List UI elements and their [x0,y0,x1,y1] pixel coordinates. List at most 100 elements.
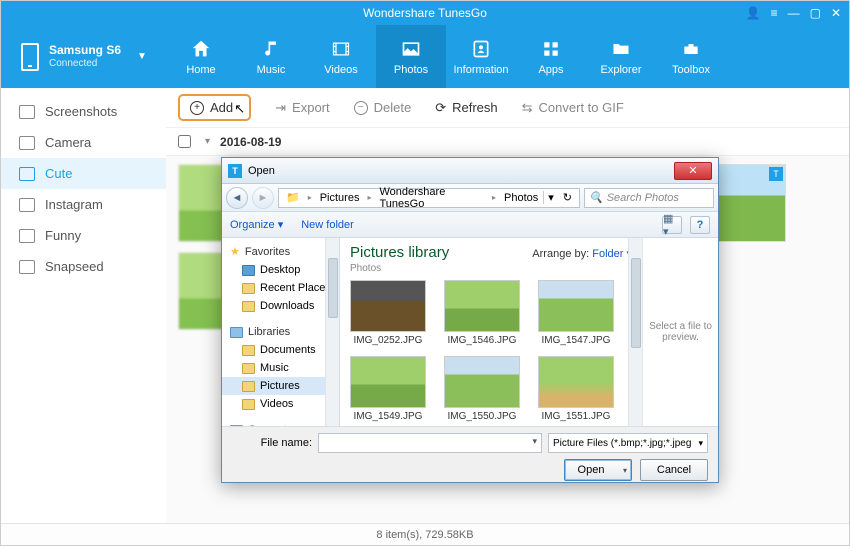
app-icon: T [228,164,242,178]
add-button[interactable]: + Add ↖ [178,94,251,121]
phone-icon [21,43,39,71]
tab-label: Music [257,64,286,76]
forward-button[interactable]: ► [252,187,274,209]
tree-scrollbar[interactable] [325,238,339,426]
toolbar: + Add ↖ ⇥Export −Delete ⟳Refresh ⇆Conver… [166,88,849,128]
file-name: IMG_0252.JPG [354,335,423,346]
cancel-button[interactable]: Cancel [640,459,708,481]
refresh-button[interactable]: ⟳Refresh [435,100,497,116]
back-button[interactable]: ◄ [226,187,248,209]
search-icon: 🔍 [589,191,603,204]
sidebar-item-instagram[interactable]: Instagram [1,189,166,220]
home-icon [190,38,212,60]
user-icon[interactable]: 👤 [746,6,761,20]
file-type-filter[interactable]: Picture Files (*.bmp;*.jpg;*.jpeg▾ [548,433,708,453]
minimize-icon[interactable]: — [788,6,800,20]
tree-favorites[interactable]: ★Favorites [222,242,339,261]
file-item[interactable]: IMG_1550.JPG [444,356,520,422]
crumb-item[interactable]: Wondershare TunesGo [376,186,487,210]
tab-label: Explorer [601,64,642,76]
breadcrumb[interactable]: 📁 ▸Pictures ▸Wondershare TunesGo ▸Photos… [278,188,580,208]
library-title: Pictures library [350,244,449,261]
file-thumb [350,280,426,332]
select-all-checkbox[interactable] [178,135,191,148]
export-button[interactable]: ⇥Export [275,100,329,116]
search-input[interactable]: 🔍 Search Photos [584,188,714,208]
tree-documents[interactable]: Documents [222,341,339,359]
device-selector[interactable]: Samsung S6 Connected ▼ [1,25,166,88]
arrange-by-button[interactable]: Folder ▾ [592,248,632,260]
minus-icon: − [354,101,368,115]
open-button[interactable]: Open [564,459,632,481]
delete-button[interactable]: −Delete [354,100,412,115]
tab-music[interactable]: Music [236,25,306,88]
file-item[interactable]: IMG_1551.JPG [538,356,614,422]
device-status: Connected [49,58,121,70]
list-scrollbar[interactable] [628,238,642,426]
collapse-icon[interactable]: ▾ [205,136,210,147]
crumb-item[interactable]: Pictures [317,192,363,204]
dialog-nav: ◄ ► 📁 ▸Pictures ▸Wondershare TunesGo ▸Ph… [222,184,718,212]
sidebar-item-label: Instagram [45,197,103,212]
tree-computer[interactable]: Computer [222,421,339,426]
app-title: Wondershare TunesGo [363,6,487,20]
plus-icon: + [190,101,204,115]
sidebar-item-snapseed[interactable]: Snapseed [1,251,166,282]
group-date: 2016-08-19 [220,135,281,149]
file-thumb [350,356,426,408]
tab-information[interactable]: Information [446,25,516,88]
chevron-down-icon[interactable]: ▾ [543,191,558,204]
organize-button[interactable]: Organize ▾ [230,218,283,231]
file-item[interactable]: IMG_1547.JPG [538,280,614,346]
tree-videos[interactable]: Videos [222,395,339,413]
tree-recent[interactable]: Recent Places [222,279,339,297]
maximize-icon[interactable]: ▢ [810,6,821,20]
tree-downloads[interactable]: Downloads [222,297,339,315]
chevron-down-icon[interactable]: ▾ [532,436,537,447]
sidebar-item-screenshots[interactable]: Screenshots [1,96,166,127]
file-item[interactable]: IMG_1546.JPG [444,280,520,346]
sidebar-item-camera[interactable]: Camera [1,127,166,158]
tab-apps[interactable]: Apps [516,25,586,88]
tab-photos[interactable]: Photos [376,25,446,88]
file-thumb [538,356,614,408]
sidebar-item-cute[interactable]: Cute [1,158,166,189]
file-name: IMG_1551.JPG [542,411,611,422]
help-button[interactable]: ? [690,216,710,234]
sidebar-item-label: Snapseed [45,259,104,274]
preview-hint: Select a file to preview. [647,321,714,343]
close-icon[interactable]: ✕ [831,6,841,20]
menu-icon[interactable]: ≡ [771,6,778,20]
folder-icon: 📁 [283,191,303,204]
convert-label: Convert to GIF [539,100,624,115]
tree-music[interactable]: Music [222,359,339,377]
dialog-close-button[interactable]: ✕ [674,162,712,180]
dialog-titlebar: T Open ✕ [222,158,718,184]
search-placeholder: Search Photos [607,192,679,204]
tree-pictures[interactable]: Pictures [222,377,339,395]
file-name-input[interactable]: ▾ [318,433,542,453]
file-item[interactable]: IMG_0252.JPG [350,280,426,346]
new-folder-button[interactable]: New folder [301,219,354,231]
tab-toolbox[interactable]: Toolbox [656,25,726,88]
sidebar-item-funny[interactable]: Funny [1,220,166,251]
refresh-icon[interactable]: ↻ [560,191,575,204]
tree-libraries[interactable]: Libraries [222,323,339,341]
tab-videos[interactable]: Videos [306,25,376,88]
music-icon [260,38,282,60]
file-list: Pictures library Arrange by: Folder ▾ Ph… [340,238,642,426]
view-options-button[interactable]: ▦ ▾ [662,216,682,234]
tree-desktop[interactable]: Desktop [222,261,339,279]
video-icon [330,38,352,60]
chevron-down-icon: ▾ [698,438,703,449]
file-thumb [444,356,520,408]
album-icon [19,167,35,181]
tab-label: Toolbox [672,64,710,76]
file-item[interactable]: IMG_1549.JPG [350,356,426,422]
file-thumb [538,280,614,332]
crumb-item[interactable]: Photos [501,192,541,204]
convert-gif-button[interactable]: ⇆Convert to GIF [522,100,624,116]
tab-home[interactable]: Home [166,25,236,88]
tab-explorer[interactable]: Explorer [586,25,656,88]
file-name: IMG_1550.JPG [448,411,517,422]
